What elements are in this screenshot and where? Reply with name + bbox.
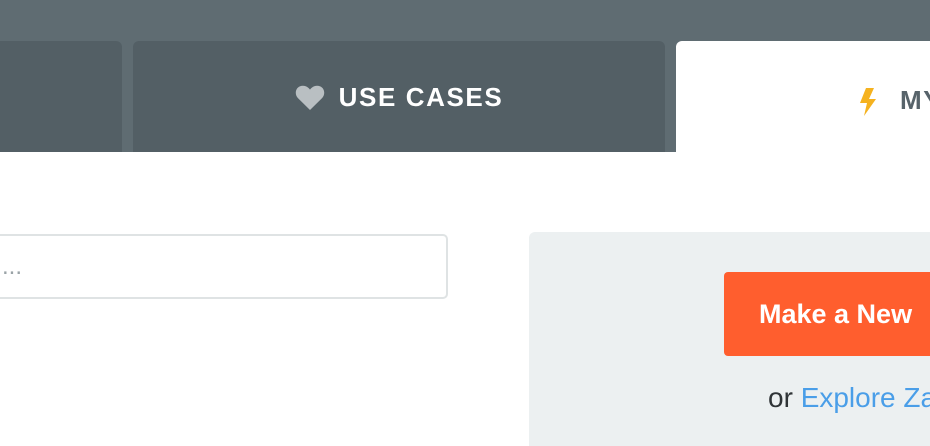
top-nav-bar: USE CASES MY [0, 0, 930, 152]
tab-my-zaps[interactable]: MY [676, 41, 930, 152]
search-input[interactable] [0, 234, 448, 299]
make-new-zap-button[interactable]: Make a New [724, 272, 930, 356]
tab-use-cases-label: USE CASES [338, 82, 504, 112]
tab-previous[interactable] [0, 41, 122, 152]
explore-link[interactable]: Explore Za [801, 382, 930, 413]
or-text: or [768, 382, 801, 413]
tab-my-label: MY [900, 85, 930, 115]
tab-use-cases[interactable]: USE CASES [133, 41, 665, 152]
explore-line: or Explore Za [768, 382, 930, 414]
bolt-icon [859, 88, 877, 116]
heart-icon [295, 85, 325, 111]
page: USE CASES MY Make a New or Explore Za [0, 0, 930, 446]
